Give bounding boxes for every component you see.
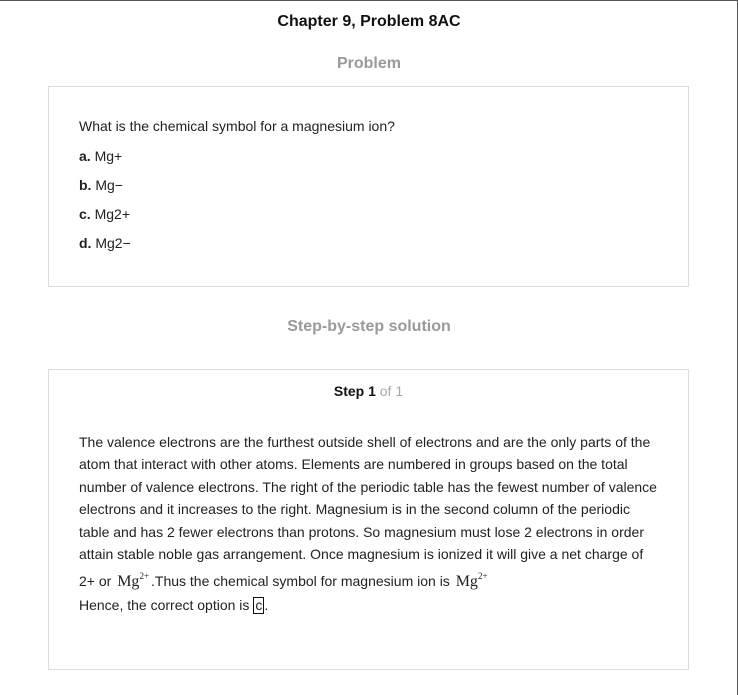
formula-mg2plus-answer: Mg2+ [454, 571, 490, 591]
answer-prefix: Hence, the correct option is [79, 597, 250, 613]
option-b-text: Mg− [95, 177, 123, 193]
explanation-mid: .Thus the chemical symbol for magnesium … [151, 573, 450, 590]
option-b-letter: b. [79, 177, 92, 193]
option-a-letter: a. [79, 148, 91, 164]
step-header: Step 1 of 1 [49, 383, 688, 399]
problem-heading: Problem [336, 55, 401, 72]
answer-box: c [253, 597, 265, 614]
formula-base-2: Mg [455, 573, 478, 591]
answer-suffix: . [264, 597, 269, 613]
problem-card: What is the chemical symbol for a magnes… [48, 86, 689, 287]
option-c: c. Mg2+ [79, 206, 130, 222]
option-a-text: Mg+ [94, 148, 123, 164]
page-title: Chapter 9, Problem 8AC [277, 13, 461, 30]
explanation-main: The valence electrons are the furthest o… [79, 434, 657, 590]
question-text: What is the chemical symbol for a magnes… [79, 118, 395, 134]
formula-charge-2: 2+ [477, 571, 488, 582]
option-d: d. Mg2− [79, 235, 131, 251]
formula-base: Mg [117, 573, 140, 591]
step-label: Step 1 [333, 383, 376, 399]
option-c-letter: c. [79, 206, 91, 222]
step-count: of 1 [379, 383, 404, 399]
option-c-text: Mg2+ [94, 206, 130, 222]
option-d-text: Mg2− [95, 235, 131, 251]
explanation-text: The valence electrons are the furthest o… [79, 431, 661, 594]
solution-page: Chapter 9, Problem 8AC Problem What is t… [0, 0, 738, 695]
option-a: a. Mg+ [79, 148, 122, 164]
answer-line: Hence, the correct option is c. [79, 597, 268, 614]
option-b: b. Mg− [79, 177, 123, 193]
solution-heading: Step-by-step solution [287, 318, 451, 335]
formula-mg2plus: Mg2+ [115, 571, 151, 591]
solution-card: Step 1 of 1 The valence electrons are th… [48, 369, 689, 670]
option-d-letter: d. [79, 235, 92, 251]
formula-charge: 2+ [139, 571, 150, 582]
